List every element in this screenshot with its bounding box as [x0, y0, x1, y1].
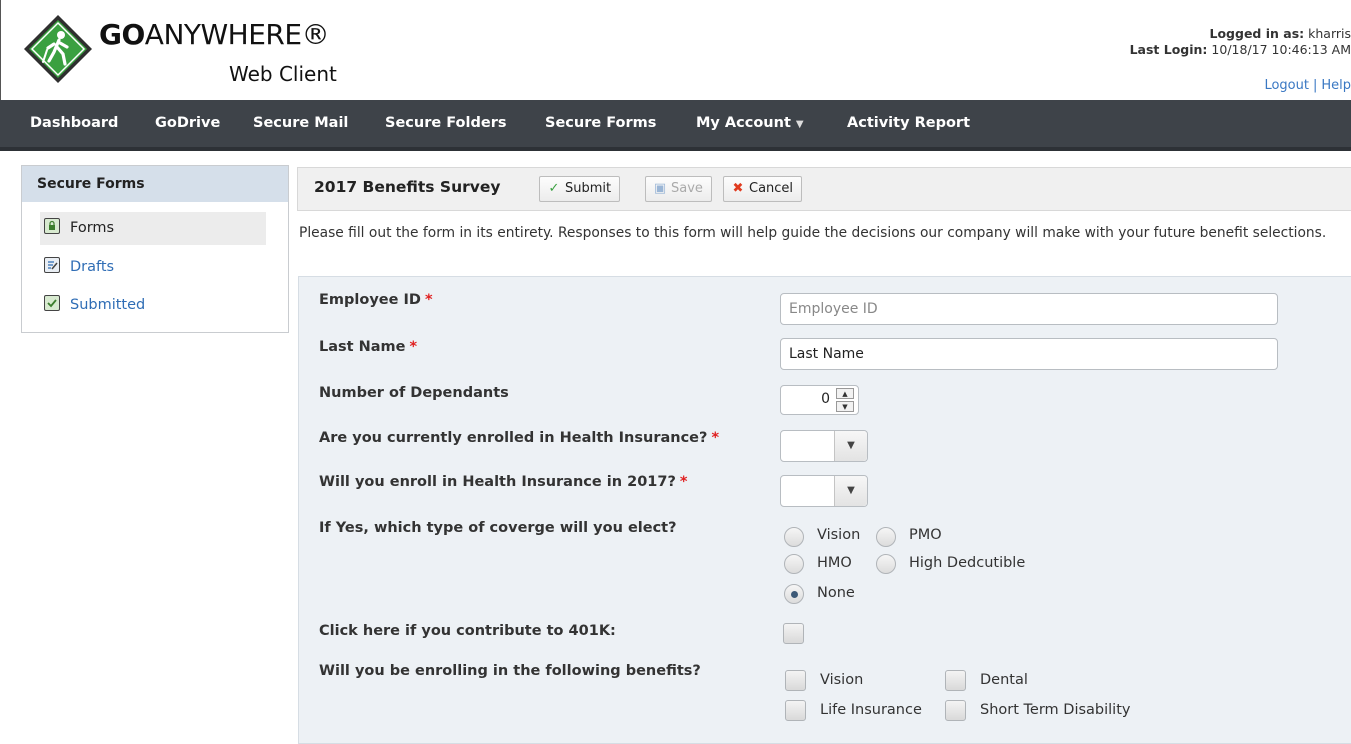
dependants-value: 0 — [821, 391, 830, 407]
employee-id-input[interactable] — [780, 293, 1278, 325]
brand-name: GOANYWHERE® — [99, 18, 330, 51]
form-intro-text: Please fill out the form in its entirety… — [299, 225, 1327, 241]
nav-dashboard[interactable]: Dashboard — [30, 100, 118, 147]
sidebar-title: Secure Forms — [22, 166, 288, 202]
save-icon: ▣ — [653, 181, 667, 196]
coverage-radio-high-deductible[interactable] — [876, 554, 896, 574]
check-icon — [44, 295, 60, 311]
nav-activity-report[interactable]: Activity Report — [847, 100, 970, 147]
enroll-2017-select[interactable]: ▼ — [780, 475, 868, 507]
stepper-down-icon[interactable]: ▼ — [836, 401, 854, 412]
main-nav: Dashboard GoDrive Secure Mail Secure Fol… — [0, 100, 1351, 151]
cancel-x-icon: ✖ — [732, 181, 744, 196]
form-title: 2017 Benefits Survey — [314, 178, 501, 196]
logout-link[interactable]: Logout — [1264, 78, 1309, 93]
submit-button[interactable]: ✓ Submit — [539, 176, 621, 202]
coverage-option-label: High Dedcutible — [909, 555, 1026, 571]
enroll-2017-label: Will you enroll in Health Insurance in 2… — [319, 474, 688, 490]
cancel-button[interactable]: ✖ Cancel — [723, 176, 803, 202]
brand-subtitle: Web Client — [229, 62, 337, 86]
benefit-option-label: Dental — [980, 672, 1028, 688]
coverage-label: If Yes, which type of coverge will you e… — [319, 520, 677, 536]
chevron-down-icon: ▼ — [795, 119, 804, 130]
coverage-radio-hmo[interactable] — [784, 554, 804, 574]
nav-secure-mail[interactable]: Secure Mail — [253, 100, 348, 147]
app-header: GOANYWHERE® Web Client Logged in as: kha… — [0, 0, 1351, 100]
save-button[interactable]: ▣ Save — [645, 176, 712, 202]
benefit-checkbox-vision[interactable] — [785, 670, 806, 691]
required-marker: * — [679, 474, 688, 490]
coverage-option-label: None — [817, 585, 855, 601]
coverage-option-label: PMO — [909, 527, 942, 543]
enrolled-health-label: Are you currently enrolled in Health Ins… — [319, 430, 720, 446]
help-link[interactable]: Help — [1321, 78, 1351, 93]
lock-icon — [44, 218, 60, 234]
stepper-buttons: ▲ ▼ — [836, 388, 856, 412]
last-login-time: 10/18/17 10:46:13 AM — [1211, 42, 1351, 57]
header-links: Logout | Help — [1264, 78, 1351, 93]
sidebar: Secure Forms Forms Drafts Submitted — [21, 165, 289, 333]
last-name-input[interactable] — [780, 338, 1278, 370]
dependants-label: Number of Dependants — [319, 385, 509, 401]
contribute-401k-label: Click here if you contribute to 401K: — [319, 623, 616, 639]
employee-id-label: Employee ID * — [319, 292, 433, 308]
login-info: Logged in as: kharris Last Login: 10/18/… — [1129, 26, 1351, 57]
required-marker: * — [409, 339, 418, 355]
sidebar-item-forms[interactable]: Forms — [40, 212, 266, 245]
benefit-option-label: Life Insurance — [820, 702, 922, 718]
benefit-option-label: Short Term Disability — [980, 702, 1131, 718]
goanywhere-logo-icon — [24, 15, 92, 83]
dependants-stepper[interactable]: 0 ▲ ▼ — [780, 385, 859, 415]
coverage-option-label: Vision — [817, 527, 861, 543]
coverage-radio-none[interactable] — [784, 584, 804, 604]
benefit-checkbox-life-insurance[interactable] — [785, 700, 806, 721]
contribute-401k-checkbox[interactable] — [783, 623, 804, 644]
enrolled-health-select[interactable]: ▼ — [780, 430, 868, 462]
benefit-checkbox-short-term-disability[interactable] — [945, 700, 966, 721]
stepper-up-icon[interactable]: ▲ — [836, 388, 854, 399]
logged-in-user: kharris — [1308, 26, 1351, 41]
sidebar-item-submitted[interactable]: Submitted — [40, 289, 266, 322]
required-marker: * — [711, 430, 720, 446]
coverage-option-label: HMO — [817, 555, 852, 571]
nav-secure-folders[interactable]: Secure Folders — [385, 100, 506, 147]
sidebar-item-drafts[interactable]: Drafts — [40, 251, 266, 284]
form-toolbar: 2017 Benefits Survey ✓ Submit ▣ Save ✖ Canc… — [297, 167, 1351, 211]
checkmark-icon: ✓ — [548, 181, 560, 196]
last-name-label: Last Name * — [319, 339, 418, 355]
benefit-checkbox-dental[interactable] — [945, 670, 966, 691]
nav-my-account[interactable]: My Account ▼ — [696, 100, 804, 147]
coverage-radio-vision[interactable] — [784, 527, 804, 547]
draft-icon — [44, 257, 60, 273]
chevron-down-icon[interactable]: ▼ — [834, 476, 867, 506]
benefits-label: Will you be enrolling in the following b… — [319, 663, 701, 679]
required-marker: * — [424, 292, 433, 308]
nav-godrive[interactable]: GoDrive — [155, 100, 220, 147]
coverage-radio-pmo[interactable] — [876, 527, 896, 547]
nav-secure-forms[interactable]: Secure Forms — [545, 100, 656, 147]
chevron-down-icon[interactable]: ▼ — [834, 431, 867, 461]
benefit-option-label: Vision — [820, 672, 864, 688]
